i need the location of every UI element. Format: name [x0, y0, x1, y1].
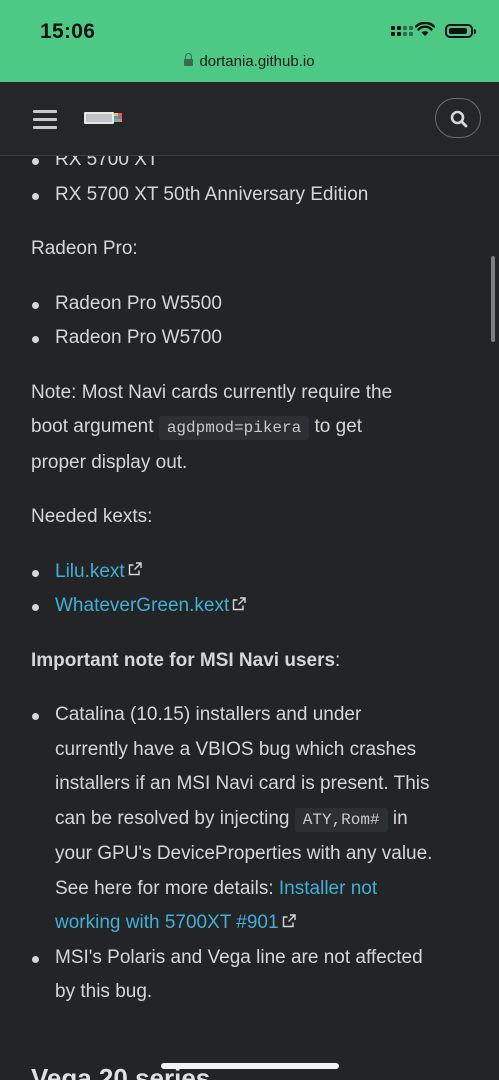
url-text: dortania.github.io: [199, 53, 315, 70]
radeon-pro-label: Radeon Pro:: [31, 238, 138, 259]
msi-note-heading: Important note for MSI Navi users:: [31, 649, 341, 671]
list-item: Radeon Pro W5500: [31, 287, 476, 322]
external-link-icon: [233, 597, 246, 611]
battery-icon: [445, 24, 476, 38]
list-item: Lilu.kext: [31, 555, 476, 590]
search-icon: [450, 110, 468, 128]
list-item: Radeon Pro W5700: [31, 321, 476, 356]
list-item: MSI's Polaris and Vega line are not affe…: [31, 941, 476, 1010]
inline-code: agdpmod=pikera: [158, 416, 310, 440]
navi-card-list: RX 5700 XT RX 5700 XT 50th Anniversary E…: [31, 156, 476, 212]
list-item: WhateverGreen.kext: [31, 589, 476, 624]
navi-note: Note: Most Navi cards currently require …: [31, 381, 393, 473]
site-logo-icon[interactable]: [84, 110, 126, 126]
scrollbar[interactable]: [491, 256, 495, 342]
kext-list: Lilu.kext WhateverGreen.kext: [31, 555, 476, 624]
lock-icon: [184, 53, 194, 66]
url-bar[interactable]: dortania.github.io: [0, 53, 499, 70]
whatevergreen-link[interactable]: WhateverGreen.kext: [55, 595, 229, 616]
site-header: [0, 82, 499, 156]
kexts-label: Needed kexts:: [31, 506, 153, 527]
cellular-signal-icon: [391, 24, 413, 40]
external-link-icon: [128, 562, 142, 576]
hamburger-menu-icon[interactable]: [33, 110, 57, 130]
article-content: RX 5700 XT RX 5700 XT 50th Anniversary E…: [0, 156, 499, 1080]
home-indicator[interactable]: [161, 1063, 339, 1069]
msi-note-list: Catalina (10.15) installers and under cu…: [31, 698, 476, 1010]
list-item: RX 5700 XT 50th Anniversary Edition: [31, 178, 476, 213]
external-link-icon: [282, 914, 296, 928]
search-button[interactable]: [435, 98, 481, 138]
status-bar: 15:06 dortania.github.io: [0, 0, 499, 82]
list-item: RX 5700 XT: [31, 156, 476, 178]
lilu-link[interactable]: Lilu.kext: [55, 561, 125, 582]
radeon-pro-list: Radeon Pro W5500 Radeon Pro W5700: [31, 287, 476, 356]
wifi-icon: [415, 22, 435, 36]
list-item: Catalina (10.15) installers and under cu…: [31, 698, 476, 941]
status-time: 15:06: [40, 20, 96, 43]
inline-code: ATY,Rom#: [294, 807, 388, 832]
